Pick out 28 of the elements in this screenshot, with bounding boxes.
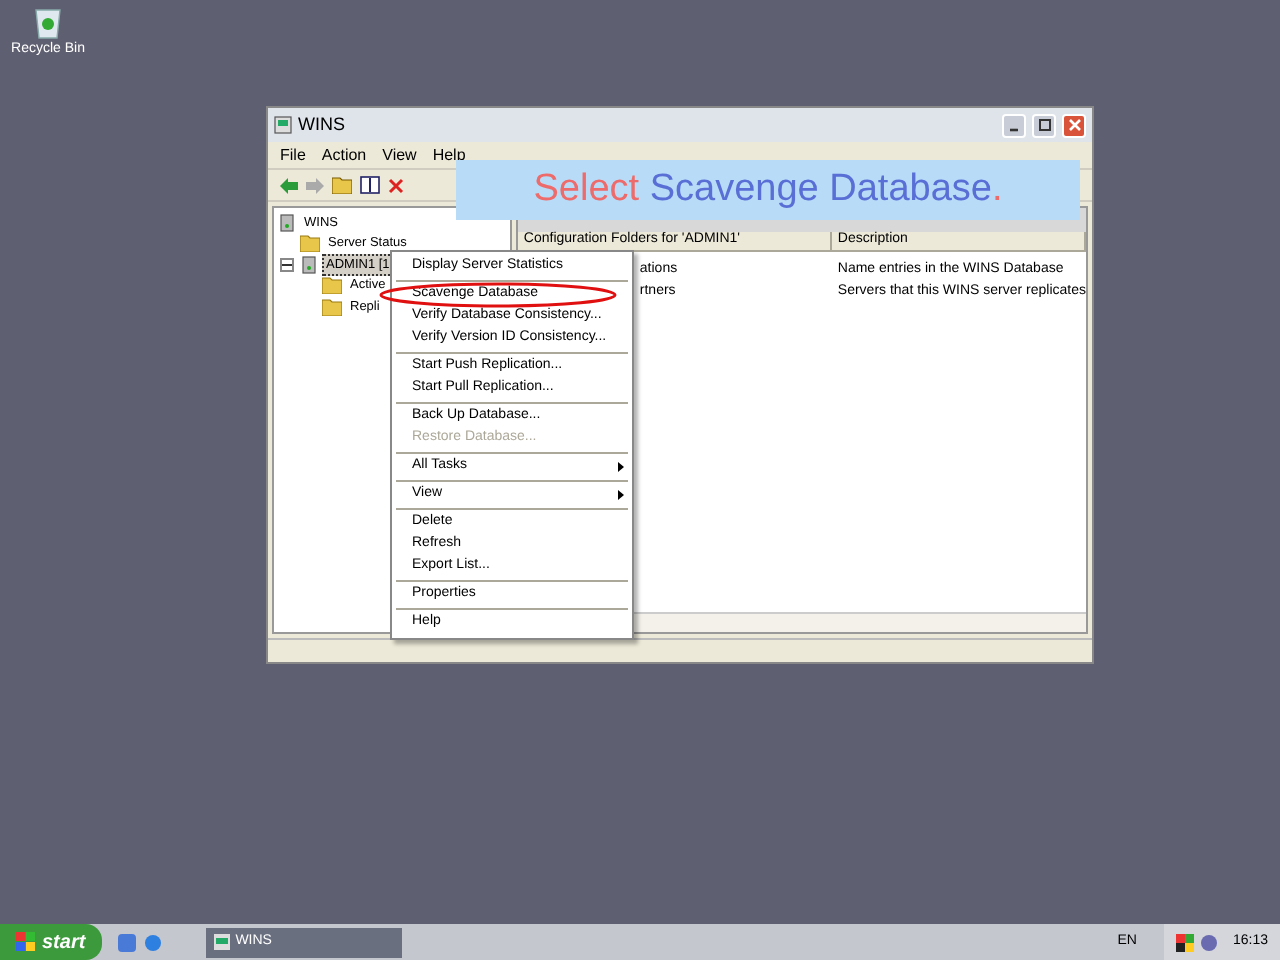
maximize-icon bbox=[1037, 118, 1051, 132]
expander-icon[interactable] bbox=[280, 257, 294, 272]
menu-bar-item[interactable]: File bbox=[280, 143, 306, 167]
tray-flag-icon[interactable] bbox=[1176, 933, 1195, 951]
windows-logo-icon bbox=[16, 932, 36, 952]
app-icon bbox=[213, 934, 230, 950]
browser-icon[interactable] bbox=[143, 933, 162, 951]
submenu-arrow-icon bbox=[618, 490, 624, 500]
back-arrow-icon[interactable] bbox=[280, 177, 298, 193]
app-icon bbox=[274, 116, 292, 134]
server-icon bbox=[300, 255, 318, 274]
start-button[interactable]: start bbox=[0, 924, 102, 960]
window-title: WINS bbox=[298, 111, 347, 138]
server-tree-icon bbox=[278, 213, 296, 232]
callout-banner: Select Scavenge Database. bbox=[456, 160, 1080, 220]
recycle-bin-icon[interactable] bbox=[32, 4, 64, 40]
maximize-button[interactable] bbox=[1032, 113, 1056, 137]
up-folder-icon[interactable] bbox=[332, 176, 352, 194]
panes-icon[interactable] bbox=[360, 176, 380, 194]
minimize-button[interactable] bbox=[1002, 113, 1026, 137]
submenu-arrow-icon bbox=[618, 462, 624, 472]
menu-bar-item[interactable]: Action bbox=[321, 143, 367, 167]
menu-bar-item[interactable]: View bbox=[382, 143, 417, 167]
desktop-icon[interactable] bbox=[117, 933, 136, 951]
folder-icon bbox=[300, 234, 320, 253]
close-icon bbox=[1067, 118, 1081, 132]
delete-icon[interactable] bbox=[388, 177, 404, 193]
close-button[interactable] bbox=[1062, 113, 1086, 137]
